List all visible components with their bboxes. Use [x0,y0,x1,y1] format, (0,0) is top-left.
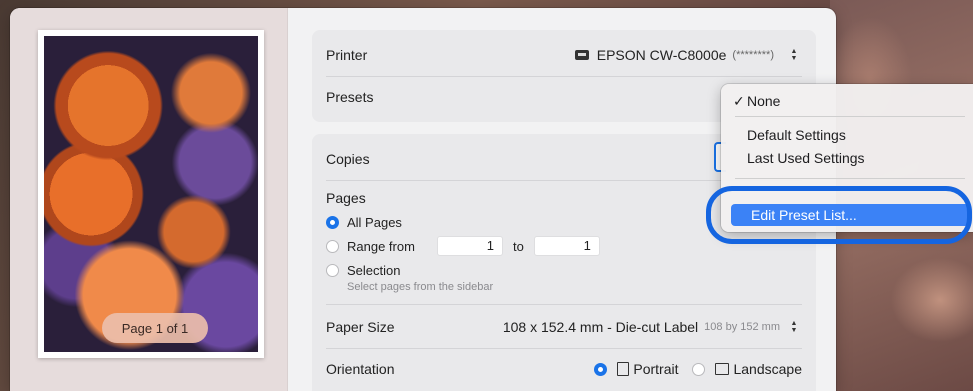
menu-item-label: Default Settings [747,127,846,143]
chevron-updown-icon: ▲ ▼ [790,320,798,334]
paper-size-detail: 108 by 152 mm [704,321,780,333]
paper-size-value: 108 x 152.4 mm - Die-cut Label [502,319,699,335]
all-pages-label: All Pages [347,214,402,230]
menu-separator [735,116,965,117]
preview-pane: Page 1 of 1 [10,8,288,391]
portrait-label: Portrait [633,361,679,377]
divider [326,304,802,305]
orientation-row: Orientation Portrait Landscape [326,358,802,380]
landscape-radio[interactable] [692,362,706,376]
printer-serial: (********) [732,49,774,61]
selection-radio[interactable] [326,263,339,277]
orientation-label: Orientation [326,361,395,377]
printer-row: Printer EPSON CW-C8000e (********) ▲ ▼ [326,44,802,66]
orientation-options: Portrait Landscape [594,361,802,377]
divider [326,76,802,77]
range-radio[interactable] [326,239,339,253]
page-indicator: Page 1 of 1 [102,313,208,343]
printer-label: Printer [326,47,368,63]
printer-select[interactable]: EPSON CW-C8000e (********) ▲ ▼ [573,45,802,65]
printer-icon [573,49,591,61]
callout-highlight-ring [706,186,972,244]
preview-page [38,30,264,358]
portrait-icon [617,362,630,376]
menu-item-last-used-settings[interactable]: Last Used Settings [727,147,973,169]
chevron-updown-icon: ▲ ▼ [790,48,798,62]
paper-size-row: Paper Size 108 x 152.4 mm - Die-cut Labe… [326,316,802,338]
range-to-label: to [513,238,524,254]
preview-image [44,36,258,352]
range-from-label: Range from [347,238,415,254]
printer-name: EPSON CW-C8000e [596,47,727,63]
selection-option[interactable]: Selection [326,260,802,280]
selection-hint-row: Select pages from the sidebar [326,279,802,295]
all-pages-radio[interactable] [326,215,339,229]
landscape-icon [715,363,730,375]
landscape-label: Landscape [733,361,802,377]
copies-label: Copies [326,151,370,167]
paper-size-label: Paper Size [326,319,395,335]
selection-label: Selection [347,262,401,278]
checkmark-icon: ✓ [733,92,745,109]
presets-label: Presets [326,89,374,105]
paper-size-select[interactable]: 108 x 152.4 mm - Die-cut Label 108 by 15… [503,317,802,337]
pages-label: Pages [326,190,366,206]
menu-item-label: Last Used Settings [747,150,865,166]
menu-item-default-settings[interactable]: Default Settings [727,124,973,146]
range-from-input[interactable]: 1 [437,236,503,256]
menu-separator [735,178,965,179]
portrait-radio[interactable] [594,362,608,376]
divider [326,348,802,349]
range-to-input[interactable]: 1 [533,236,600,256]
selection-hint: Select pages from the sidebar [347,281,494,293]
menu-item-label: None [747,93,781,109]
menu-item-none[interactable]: ✓ None [727,90,973,112]
